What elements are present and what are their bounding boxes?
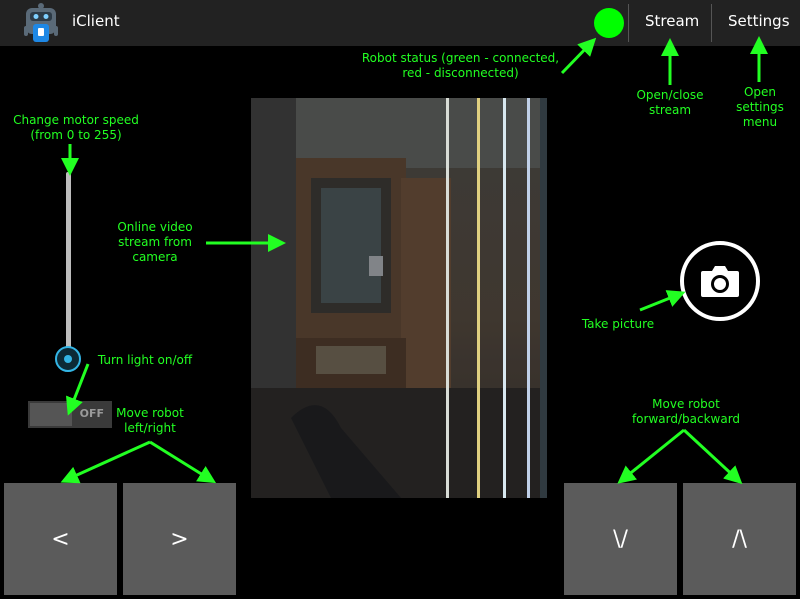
- video-stream: [251, 98, 547, 498]
- light-toggle-thumb: [30, 403, 72, 426]
- arrow-take-picture: [639, 290, 686, 312]
- action-bar: iClient Stream Settings: [0, 0, 800, 46]
- camera-icon: [701, 266, 739, 297]
- light-toggle[interactable]: OFF: [28, 401, 112, 428]
- settings-button[interactable]: Settings: [728, 12, 790, 30]
- motor-speed-slider-thumb[interactable]: [55, 346, 81, 372]
- stream-button[interactable]: Stream: [645, 12, 699, 30]
- move-right-button[interactable]: >: [123, 483, 236, 595]
- annotation-robot-status: Robot status (green - connected, red - di…: [361, 51, 560, 80]
- actionbar-divider: [711, 4, 712, 42]
- motor-speed-slider-track[interactable]: [66, 172, 71, 362]
- light-toggle-label: OFF: [79, 407, 104, 420]
- robot-logo-icon: [24, 3, 58, 42]
- move-forward-button[interactable]: /\: [683, 483, 796, 595]
- actionbar-divider: [628, 4, 629, 42]
- app-title: iClient: [72, 12, 120, 30]
- annotation-settings: Open settings menu: [736, 85, 784, 129]
- annotation-light: Turn light on/off: [97, 353, 193, 367]
- arrow-left: [60, 440, 151, 484]
- robot-status-indicator: [594, 8, 624, 38]
- arrow-forward: [682, 428, 743, 485]
- annotation-motor-speed: Change motor speed (from 0 to 255): [13, 113, 139, 142]
- arrow-backward: [617, 428, 685, 484]
- arrow-right: [149, 440, 217, 484]
- annotation-take-picture: Take picture: [581, 317, 655, 331]
- annotation-left-right: Move robot left/right: [116, 406, 184, 435]
- move-backward-button[interactable]: \/: [564, 483, 677, 595]
- take-picture-button[interactable]: [680, 241, 760, 321]
- move-left-button[interactable]: <: [4, 483, 117, 595]
- annotation-stream: Open/close stream: [636, 88, 704, 117]
- annotation-forward-backward: Move robot forward/backward: [631, 397, 741, 426]
- annotation-video-stream: Online video stream from camera: [117, 220, 193, 264]
